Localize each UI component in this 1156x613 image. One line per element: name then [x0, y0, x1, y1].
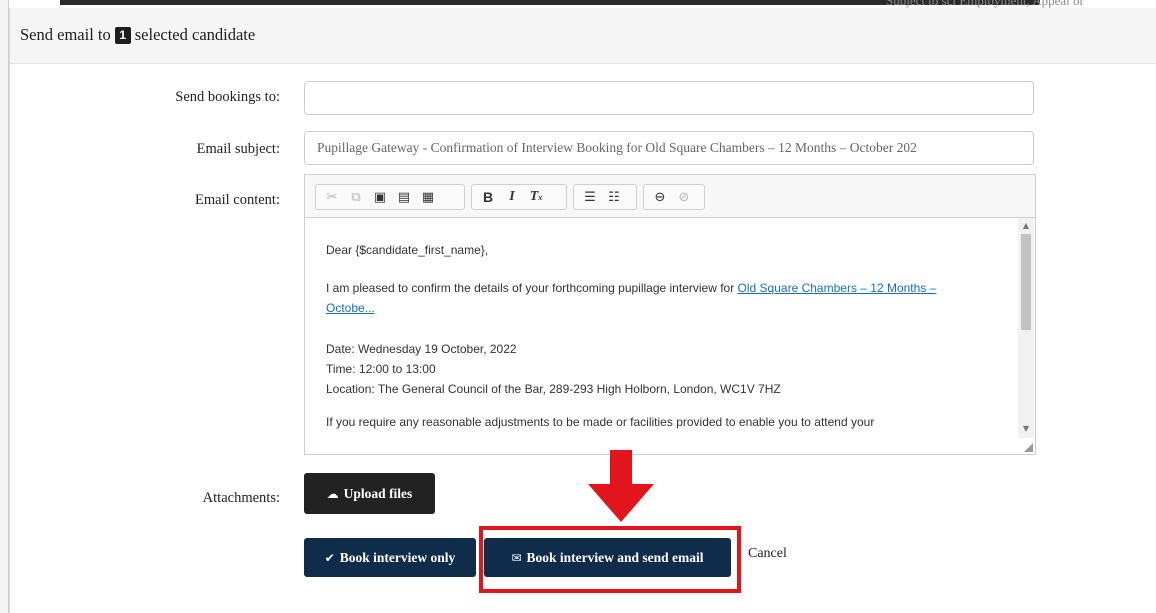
upload-files-label: Upload files: [343, 485, 413, 501]
book-interview-only-button[interactable]: ✔ Book interview only: [304, 538, 476, 577]
email-subject-label: Email subject:: [196, 141, 280, 157]
upload-files-button[interactable]: ☁ Upload files: [304, 473, 435, 514]
scroll-down-icon[interactable]: ▼: [1021, 424, 1031, 434]
toolbar-list-group: ☰ ☷: [573, 184, 637, 210]
send-bookings-label: Send bookings to:: [175, 89, 280, 105]
paste-word-icon[interactable]: ▦: [416, 186, 440, 208]
email-location-line: Location: The General Council of the Bar…: [326, 382, 781, 396]
send-bookings-input[interactable]: [304, 81, 1034, 115]
checkmark-icon: ✔: [324, 550, 335, 565]
email-content-label: Email content:: [195, 192, 280, 208]
scrollbar-thumb[interactable]: [1021, 234, 1031, 330]
email-intro-text: I am pleased to confirm the details of y…: [326, 281, 738, 295]
modal-title: Send email to 1 selected candidate: [20, 25, 255, 45]
italic-icon[interactable]: I: [500, 186, 524, 208]
cut-icon[interactable]: ✂: [320, 186, 344, 208]
remove-format-icon[interactable]: Tx: [524, 186, 548, 208]
editor-scrollbar[interactable]: ▲ ▼: [1018, 218, 1034, 438]
resize-grip-icon[interactable]: [1024, 443, 1033, 452]
email-intro-paragraph: I am pleased to confirm the details of y…: [326, 278, 986, 318]
numbered-list-icon[interactable]: ☰: [578, 186, 602, 208]
email-subject-input[interactable]: Pupillage Gateway - Confirmation of Inte…: [304, 131, 1034, 165]
copy-icon[interactable]: ⧉: [344, 186, 368, 208]
email-content-editor: ✂ ⧉ ▣ ▤ ▦ B I Tx ☰ ☷ ⊖ ⊘ Dear {$candidat…: [304, 174, 1036, 455]
link-icon[interactable]: ⊖: [648, 186, 672, 208]
attachments-label: Attachments:: [202, 490, 280, 506]
modal-title-prefix: Send email to: [20, 25, 111, 44]
email-greeting: Dear {$candidate_first_name},: [326, 243, 489, 257]
paste-text-icon[interactable]: ▤: [392, 186, 416, 208]
book-interview-only-label: Book interview only: [339, 549, 456, 565]
background-page-edge: [0, 0, 9, 613]
paste-icon[interactable]: ▣: [368, 186, 392, 208]
email-content-body[interactable]: Dear {$candidate_first_name}, I am pleas…: [305, 218, 1017, 454]
modal-title-suffix: selected candidate: [134, 25, 256, 44]
toolbar-format-group: B I Tx: [471, 184, 567, 210]
selected-count-badge: 1: [114, 26, 131, 44]
cloud-upload-icon: ☁: [326, 486, 339, 501]
email-time-line: Time: 12:00 to 13:00: [326, 362, 436, 376]
bulleted-list-icon[interactable]: ☷: [602, 186, 626, 208]
unlink-icon[interactable]: ⊘: [672, 186, 696, 208]
email-date-line: Date: Wednesday 19 October, 2022: [326, 342, 517, 356]
cancel-link[interactable]: Cancel: [748, 546, 787, 562]
toolbar-clipboard-group: ✂ ⧉ ▣ ▤ ▦: [315, 184, 465, 210]
red-arrow-annotation-icon: [588, 450, 654, 522]
email-cutoff-line: If you require any reasonable adjustment…: [326, 415, 875, 429]
editor-toolbar: ✂ ⧉ ▣ ▤ ▦ B I Tx ☰ ☷ ⊖ ⊘: [305, 175, 1035, 218]
red-highlight-box: [479, 526, 741, 593]
modal-header: Send email to 1 selected candidate: [10, 8, 1156, 64]
bold-icon[interactable]: B: [476, 186, 500, 208]
toolbar-link-group: ⊖ ⊘: [643, 184, 705, 210]
scroll-up-icon[interactable]: ▲: [1021, 221, 1031, 231]
